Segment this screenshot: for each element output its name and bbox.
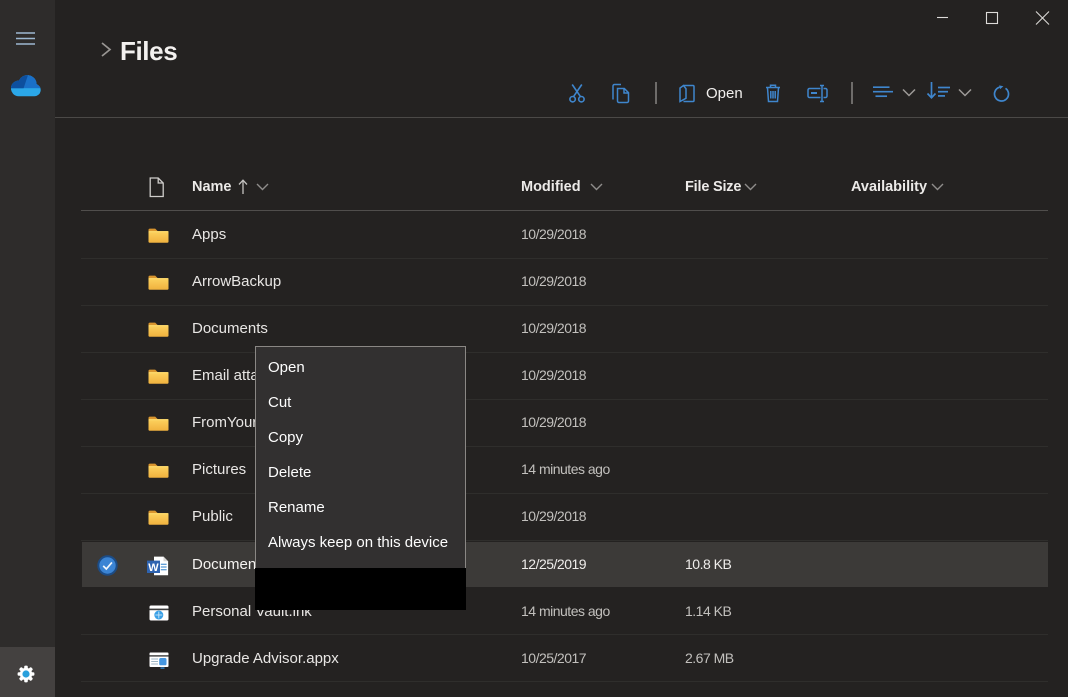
svg-text:W: W xyxy=(148,562,159,574)
